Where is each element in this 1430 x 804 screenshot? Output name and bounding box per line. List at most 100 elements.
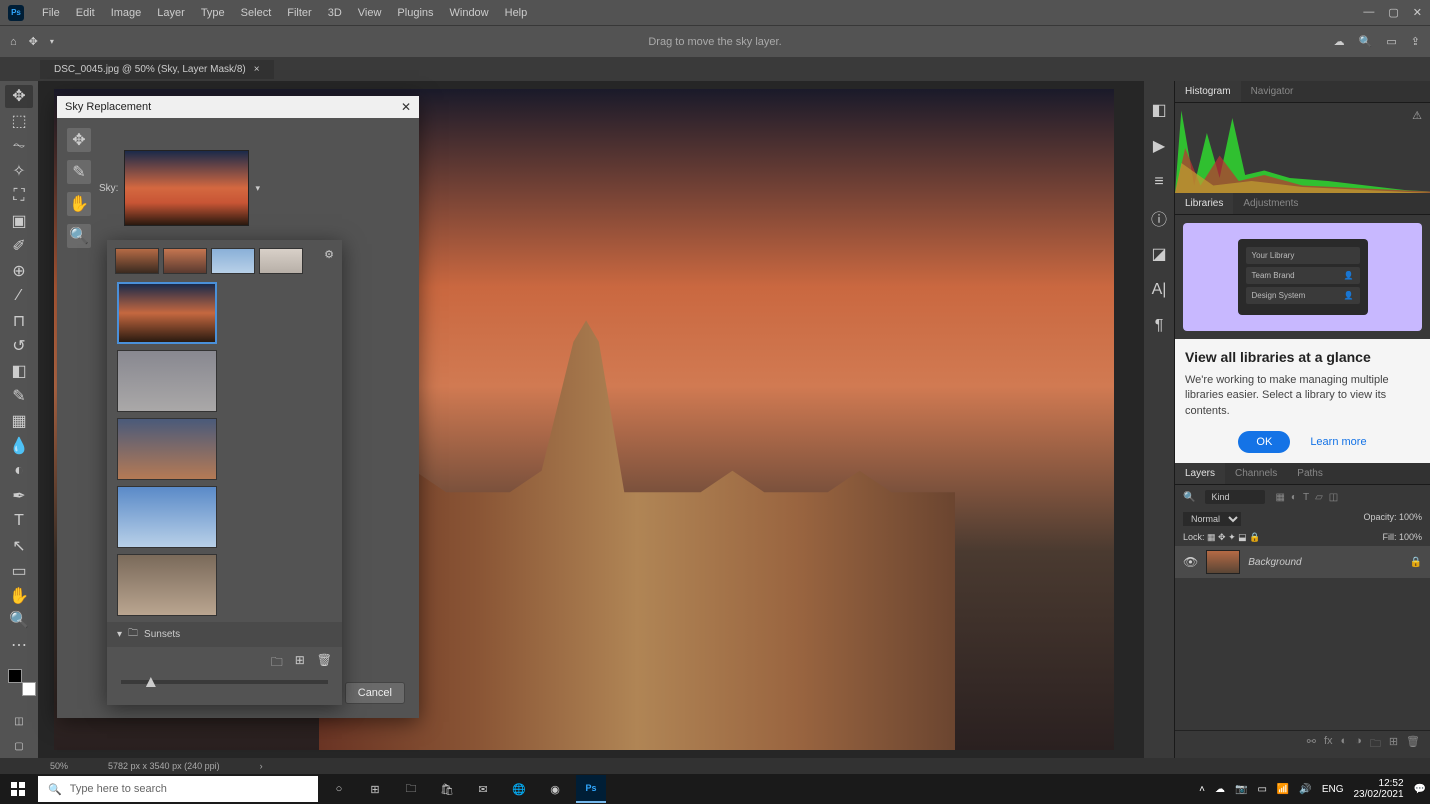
layer-filter-input[interactable] <box>1205 490 1265 504</box>
foreground-swatch[interactable] <box>8 669 22 683</box>
mask-icon[interactable]: ◐ <box>1341 735 1348 754</box>
blur-tool[interactable]: 💧 <box>5 434 33 457</box>
recent-sky-thumb[interactable] <box>115 248 159 274</box>
stamp-tool[interactable]: ⊓ <box>5 310 33 333</box>
menu-window[interactable]: Window <box>442 7 497 19</box>
recent-sky-thumb[interactable] <box>259 248 303 274</box>
tray-meet-icon[interactable]: ▭ <box>1257 784 1266 795</box>
hand-tool[interactable]: ✋ <box>5 584 33 607</box>
layer-row[interactable]: 👁 Background 🔒 <box>1175 546 1430 578</box>
menu-help[interactable]: Help <box>497 7 536 19</box>
tab-adjustments[interactable]: Adjustments <box>1233 193 1308 214</box>
home-icon[interactable]: ⌂ <box>10 36 17 48</box>
gradient-tool[interactable]: ▦ <box>5 409 33 432</box>
store-icon[interactable]: 🛍 <box>432 775 462 803</box>
shape-tool[interactable]: ▭ <box>5 559 33 582</box>
chrome-icon[interactable]: ◉ <box>540 775 570 803</box>
cancel-button[interactable]: Cancel <box>345 682 405 704</box>
sliders-icon[interactable]: ≡ <box>1150 173 1168 191</box>
menu-select[interactable]: Select <box>233 7 280 19</box>
wand-tool[interactable]: ✧ <box>5 160 33 183</box>
tab-navigator[interactable]: Navigator <box>1241 81 1304 102</box>
group-icon[interactable]: 🗀 <box>1370 735 1381 754</box>
warning-icon[interactable]: ⚠ <box>1412 109 1422 122</box>
menu-3d[interactable]: 3D <box>320 7 350 19</box>
close-icon[interactable]: ✕ <box>401 100 411 114</box>
trash-icon[interactable]: 🗑 <box>1406 735 1420 754</box>
sky-preview-thumb[interactable] <box>124 150 249 226</box>
tab-layers[interactable]: Layers <box>1175 463 1225 484</box>
sky-thumbnail[interactable] <box>117 350 217 412</box>
tray-camera-icon[interactable]: 📷 <box>1235 784 1247 795</box>
taskbar-search[interactable]: 🔍 Type here to search <box>38 776 318 802</box>
play-icon[interactable]: ▶ <box>1150 137 1168 155</box>
filter-pixel-icon[interactable]: ▦ <box>1275 492 1284 503</box>
learn-more-link[interactable]: Learn more <box>1310 436 1366 448</box>
dialog-brush-tool[interactable]: ✎ <box>67 160 91 184</box>
marquee-tool[interactable]: ⬚ <box>5 110 33 133</box>
explorer-icon[interactable]: 🗀 <box>396 775 426 803</box>
menu-plugins[interactable]: Plugins <box>389 7 441 19</box>
recent-sky-thumb[interactable] <box>211 248 255 274</box>
tab-close-icon[interactable]: × <box>254 64 260 75</box>
layer-thumbnail[interactable] <box>1206 550 1240 574</box>
character-icon[interactable]: A| <box>1150 281 1168 299</box>
layers-icon[interactable]: ◪ <box>1150 245 1168 263</box>
menu-image[interactable]: Image <box>103 7 150 19</box>
sky-thumbnail[interactable] <box>117 554 217 616</box>
cloud-icon[interactable]: ☁ <box>1334 35 1345 48</box>
paint-tool[interactable]: ✎ <box>5 384 33 407</box>
maximize-button[interactable]: ▢ <box>1388 6 1398 19</box>
heal-tool[interactable]: ⊕ <box>5 260 33 283</box>
eraser-tool[interactable]: ◧ <box>5 359 33 382</box>
chevron-right-icon[interactable]: › <box>260 761 263 771</box>
menu-type[interactable]: Type <box>193 7 233 19</box>
blend-mode-select[interactable]: Normal <box>1183 512 1241 526</box>
sky-thumbnail[interactable] <box>117 282 217 344</box>
brush-tool[interactable]: ⁄ <box>5 285 33 308</box>
notifications-icon[interactable]: 💬 <box>1414 784 1426 795</box>
dialog-move-tool[interactable]: ✥ <box>67 128 91 152</box>
task-view-icon[interactable]: ⊞ <box>360 775 390 803</box>
tab-paths[interactable]: Paths <box>1287 463 1333 484</box>
document-tab[interactable]: DSC_0045.jpg @ 50% (Sky, Layer Mask/8) × <box>40 60 274 79</box>
taskbar-clock[interactable]: 12:52 23/02/2021 <box>1353 778 1403 800</box>
workspace-icon[interactable]: ▭ <box>1386 35 1396 48</box>
quickmask-icon[interactable]: ◫ <box>5 710 33 733</box>
doc-dimensions[interactable]: 5782 px x 3540 px (240 ppi) <box>108 761 220 771</box>
filter-smart-icon[interactable]: ◫ <box>1329 492 1338 503</box>
recent-sky-thumb[interactable] <box>163 248 207 274</box>
lock-icons[interactable]: ▦ ✥ ✦ ⬓ 🔒 <box>1207 532 1260 542</box>
share-icon[interactable]: ⇪ <box>1411 35 1420 48</box>
history-brush-tool[interactable]: ↺ <box>5 335 33 358</box>
zoom-tool[interactable]: 🔍 <box>5 609 33 632</box>
photoshop-taskbar-icon[interactable]: Ps <box>576 775 606 803</box>
start-button[interactable] <box>4 775 32 803</box>
minimize-button[interactable]: — <box>1363 6 1374 19</box>
tab-libraries[interactable]: Libraries <box>1175 193 1233 214</box>
crop-tool[interactable]: ⛶ <box>5 185 33 208</box>
tray-volume-icon[interactable]: 🔊 <box>1299 784 1311 795</box>
thumbnail-zoom-slider[interactable] <box>107 680 342 684</box>
close-window-button[interactable]: ✕ <box>1413 6 1422 19</box>
dialog-zoom-tool[interactable]: 🔍 <box>67 224 91 248</box>
menu-filter[interactable]: Filter <box>279 7 319 19</box>
path-tool[interactable]: ↖ <box>5 534 33 557</box>
menu-file[interactable]: File <box>34 7 68 19</box>
filter-type-icon[interactable]: T <box>1303 492 1309 503</box>
tray-wifi-icon[interactable]: 📶 <box>1277 784 1289 795</box>
background-swatch[interactable] <box>22 682 36 696</box>
trash-icon[interactable]: 🗑 <box>317 653 332 674</box>
chevron-down-icon[interactable]: ▾ <box>255 183 260 194</box>
sky-thumbnail[interactable] <box>117 486 217 548</box>
lock-icon[interactable]: 🔒 <box>1410 557 1422 568</box>
menu-edit[interactable]: Edit <box>68 7 103 19</box>
visibility-icon[interactable]: 👁 <box>1183 555 1198 569</box>
fx-icon[interactable]: fx <box>1324 735 1333 754</box>
cortana-icon[interactable]: ○ <box>324 775 354 803</box>
ok-button[interactable]: OK <box>1238 431 1290 453</box>
filter-shape-icon[interactable]: ▱ <box>1315 492 1323 503</box>
color-panel-icon[interactable]: ◧ <box>1150 101 1168 119</box>
zoom-level[interactable]: 50% <box>50 761 68 771</box>
lasso-tool[interactable]: ⏦ <box>5 135 33 158</box>
